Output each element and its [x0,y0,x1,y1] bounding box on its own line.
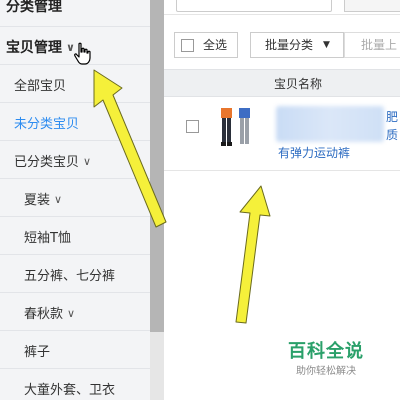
sidebar-item-label: 夏装 ∨ [24,193,63,208]
blurred-product-title [276,106,384,142]
select-all-checkbox[interactable] [181,39,194,52]
bulk-up-label: 批量上 [361,38,398,52]
sidebar-section-items-label: 宝贝管理 ∨ [6,40,75,56]
row-checkbox[interactable] [186,120,199,133]
sidebar-item-label: 未分类宝贝 [14,117,80,132]
sidebar-item-jackets[interactable]: 大童外套、卫衣 [0,368,150,407]
watermark-subtitle: 助你轻松解决 [296,366,356,377]
bulk-up-button[interactable]: 批量上 [344,32,400,58]
search-button[interactable] [344,0,400,12]
table-row[interactable]: 有弹力运动裤 肥 质 [164,96,400,171]
product-thumbnail[interactable] [219,106,257,150]
chevron-down-icon: ∨ [83,155,92,168]
sidebar-item-shorts[interactable]: 五分裤、七分裤 [0,254,150,293]
watermark: 百科全说 助你轻松解决 [286,337,366,377]
watermark-title: 百科全说 [288,341,364,362]
sidebar-item-label: 已分类宝贝 ∨ [14,155,92,170]
sidebar-item-label: 全部宝贝 [14,79,67,94]
sidebar-item-label: 裤子 [24,345,51,360]
caret-down-icon: ▼ [323,40,330,50]
sidebar-item-spring-autumn[interactable]: 春秋款 ∨ [0,292,150,331]
sidebar-item-all[interactable]: 全部宝贝 [0,64,150,103]
select-all-label: 全选 [203,38,228,52]
sidebar-item-tshirt[interactable]: 短袖T恤 [0,216,150,255]
sidebar-item-uncategorized[interactable]: 未分类宝贝 [0,102,150,141]
sidebar-item-label: 大童外套、卫衣 [24,383,116,398]
sidebar-item-categorized[interactable]: 已分类宝贝 ∨ [0,140,150,179]
sidebar-item-label: 春秋款 ∨ [24,307,76,322]
hand-cursor-icon [74,42,91,65]
table-header: 宝贝名称 [164,69,400,97]
sidebar-section-category[interactable]: 分类管理 [0,0,150,24]
search-input[interactable] [176,0,332,12]
product-side-text[interactable]: 肥 [386,108,398,125]
sidebar-item-summer[interactable]: 夏装 ∨ [0,178,150,217]
scrollbar-thumb[interactable] [150,0,164,332]
column-header-name: 宝贝名称 [274,77,323,91]
bulk-category-button[interactable]: 批量分类 ▼ [250,32,344,58]
sidebar-item-label: 短袖T恤 [24,231,71,246]
sidebar-item-label: 五分裤、七分裤 [24,269,116,284]
chevron-down-icon: ∨ [67,307,76,320]
bulk-category-label: 批量分类 [265,38,314,52]
chevron-down-icon: ∨ [54,193,63,206]
top-bar [164,0,400,15]
product-title-link[interactable]: 有弹力运动裤 [278,144,350,161]
select-all-button[interactable]: 全选 [174,32,238,58]
sidebar-item-pants[interactable]: 裤子 [0,330,150,369]
sidebar-section-category-label: 分类管理 [6,0,62,15]
product-side-text[interactable]: 质 [386,126,398,143]
